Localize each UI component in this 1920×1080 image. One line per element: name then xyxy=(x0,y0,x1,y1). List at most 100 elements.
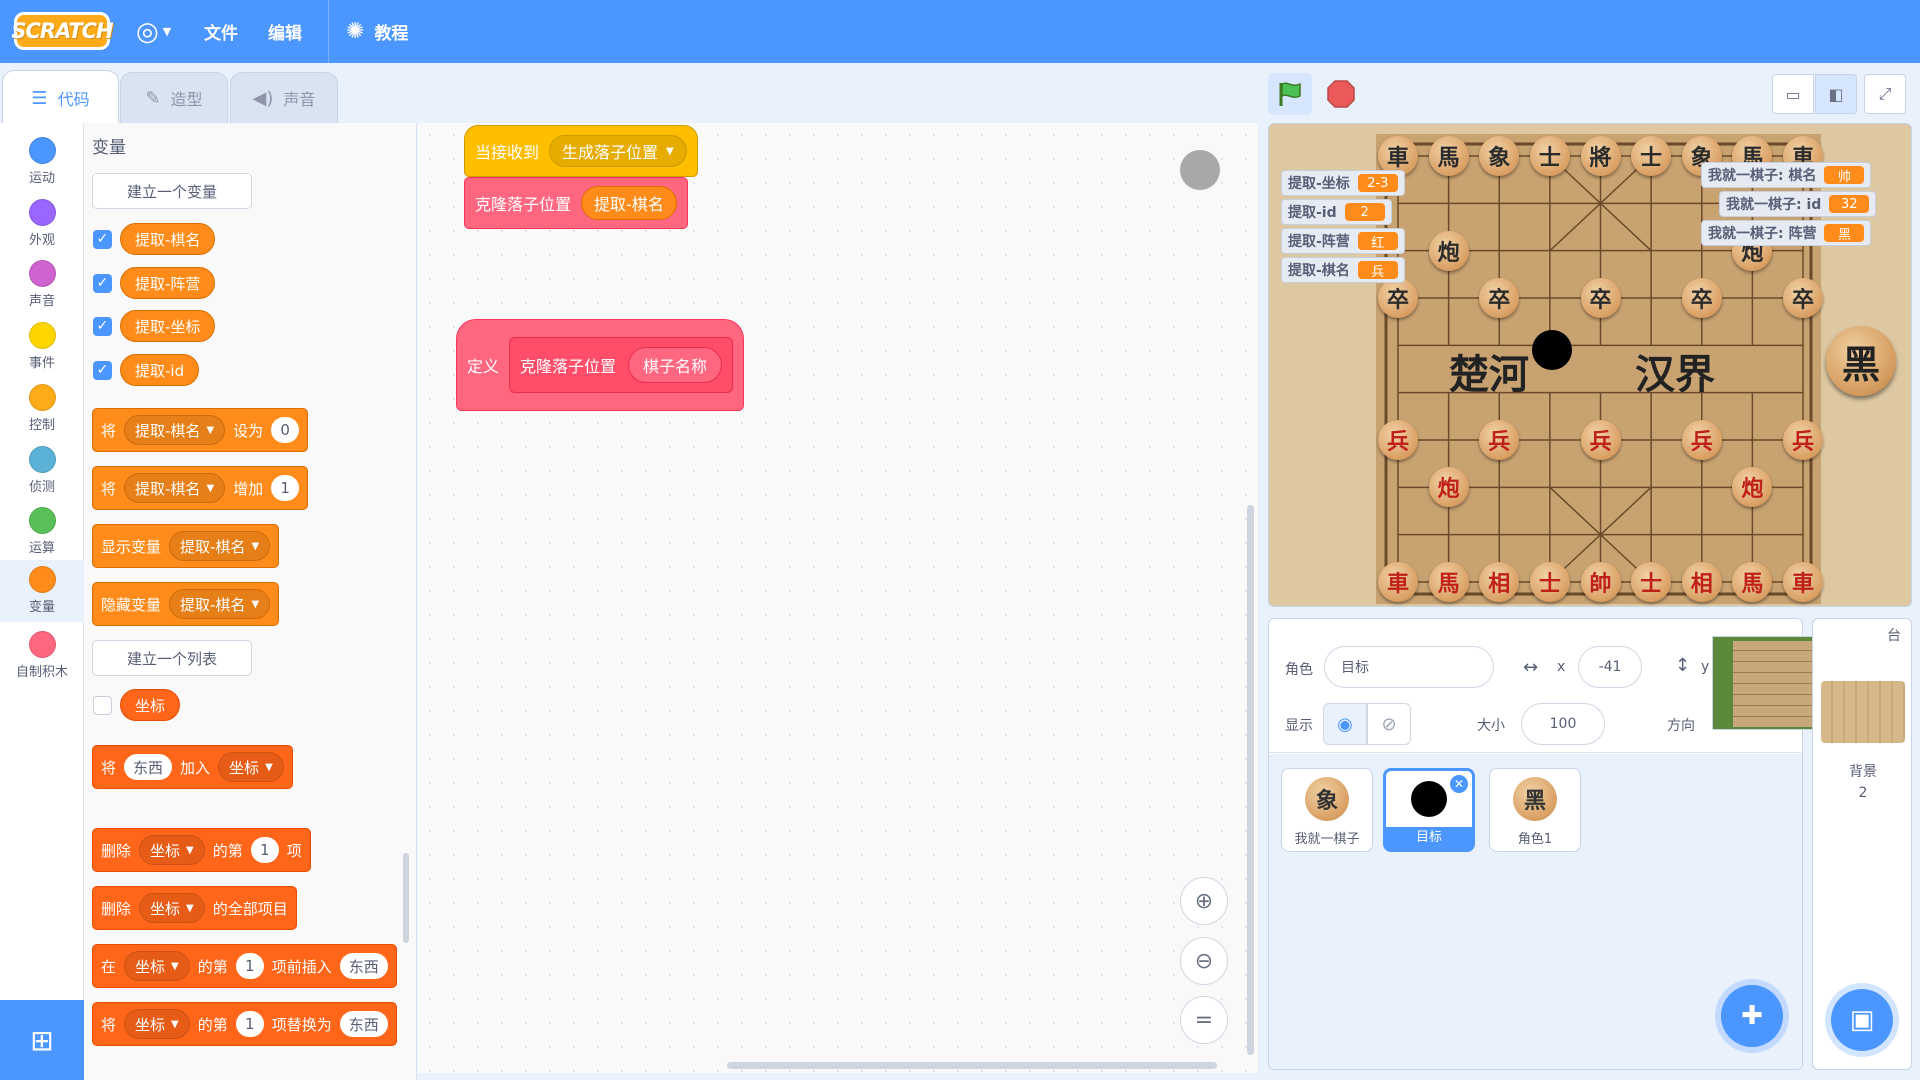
red-piece[interactable]: 炮 xyxy=(1428,467,1469,508)
fullscreen-button[interactable]: ⤢ xyxy=(1864,74,1906,114)
red-piece[interactable]: 帥 xyxy=(1580,562,1621,602)
red-piece[interactable]: 馬 xyxy=(1428,562,1469,602)
horizontal-scrollbar[interactable] xyxy=(727,1062,1217,1069)
black-piece[interactable]: 卒 xyxy=(1580,278,1621,318)
language-menu[interactable]: ◎ ▼ xyxy=(136,0,171,63)
show-sprite-toggle[interactable]: ◉ xyxy=(1323,703,1367,745)
variable-reporter[interactable]: 提取-id xyxy=(120,354,200,386)
variable-monitor[interactable]: 我就一棋子: 阵营黑 xyxy=(1701,220,1872,246)
x-input[interactable]: -41 xyxy=(1578,646,1642,688)
add-extension-button[interactable]: ⊞ xyxy=(0,1000,84,1080)
variable-dropdown[interactable]: 提取-棋名 ▼ xyxy=(124,415,226,445)
show-variable-block[interactable]: 显示变量 提取-棋名 ▼ xyxy=(92,524,280,568)
black-piece[interactable]: 卒 xyxy=(1681,278,1722,318)
set-variable-block[interactable]: 将 提取-棋名 ▼ 设为 0 xyxy=(92,408,309,452)
red-piece[interactable]: 兵 xyxy=(1681,420,1722,460)
red-piece[interactable]: 兵 xyxy=(1479,420,1520,460)
red-piece[interactable]: 車 xyxy=(1783,562,1823,602)
variable-monitor[interactable]: 提取-id 2 xyxy=(1281,199,1392,225)
make-list-button[interactable]: 建立一个列表 xyxy=(92,640,252,676)
message-dropdown[interactable]: 生成落子位置 ▼ xyxy=(549,135,687,167)
black-piece[interactable]: 將 xyxy=(1580,136,1621,176)
black-piece[interactable]: 卒 xyxy=(1378,278,1418,318)
variable-monitor[interactable]: 提取-棋名兵 xyxy=(1281,257,1405,283)
category-operators[interactable]: 运算 xyxy=(0,501,84,563)
value-input[interactable]: 0 xyxy=(271,417,300,443)
category-events[interactable]: 事件 xyxy=(0,316,84,378)
list-dropdown[interactable]: 坐标 ▼ xyxy=(139,835,205,865)
variable-monitor[interactable]: 我就一棋子: 棋名帅 xyxy=(1701,162,1872,188)
palette-scrollbar[interactable] xyxy=(403,853,409,943)
zoom-out-button[interactable]: ⊖ xyxy=(1180,937,1228,985)
edit-menu[interactable]: 编辑 xyxy=(268,0,302,63)
red-piece[interactable]: 相 xyxy=(1479,562,1520,602)
tutorials-menu[interactable]: ✺ 教程 xyxy=(346,0,408,63)
variable-checkbox[interactable]: ✓ xyxy=(93,230,112,249)
choose-backdrop-button[interactable]: ▣ xyxy=(1831,989,1893,1051)
red-piece[interactable]: 士 xyxy=(1529,562,1570,602)
red-piece[interactable]: 兵 xyxy=(1378,420,1418,460)
list-dropdown[interactable]: 坐标 ▼ xyxy=(218,752,284,782)
choose-sprite-button[interactable]: ✚ xyxy=(1721,985,1783,1047)
list-dropdown[interactable]: 坐标 ▼ xyxy=(139,893,205,923)
variable-checkbox[interactable]: ✓ xyxy=(93,317,112,336)
black-piece[interactable]: 象 xyxy=(1479,136,1520,176)
red-piece[interactable]: 車 xyxy=(1378,562,1418,602)
custom-call-block[interactable]: 克隆落子位置 提取-棋名 xyxy=(464,177,688,229)
replace-item-block[interactable]: 将 坐标 ▼ 的第 1 项替换为 东西 xyxy=(92,1002,397,1046)
size-input[interactable]: 100 xyxy=(1521,703,1605,745)
make-variable-button[interactable]: 建立一个变量 xyxy=(92,173,252,209)
variable-checkbox[interactable]: ✓ xyxy=(93,361,112,380)
variable-reporter[interactable]: 提取-阵营 xyxy=(120,267,216,299)
black-piece[interactable]: 炮 xyxy=(1428,230,1469,271)
parameter-reporter[interactable]: 棋子名称 xyxy=(628,347,723,383)
black-side-piece[interactable]: 黑 xyxy=(1826,326,1896,396)
black-piece[interactable]: 士 xyxy=(1529,136,1570,176)
sprite-name-input[interactable]: 目标 xyxy=(1324,646,1494,688)
index-input[interactable]: 1 xyxy=(250,837,279,863)
variable-dropdown[interactable]: 提取-棋名 ▼ xyxy=(169,589,271,619)
hide-variable-block[interactable]: 隐藏变量 提取-棋名 ▼ xyxy=(92,582,280,626)
black-piece[interactable]: 卒 xyxy=(1783,278,1823,318)
sprite-thumbnail-selected[interactable]: ✕ 目标 xyxy=(1383,768,1475,852)
script-area[interactable]: 当接收到 生成落子位置 ▼ 克隆落子位置 提取-棋名 定义 克隆落子位置 棋子名称 xyxy=(418,123,1258,1073)
vertical-scrollbar[interactable] xyxy=(1247,505,1254,1055)
delete-item-block[interactable]: 删除 坐标 ▼ 的第 1 项 xyxy=(92,828,311,872)
list-checkbox[interactable] xyxy=(93,696,112,715)
when-receive-hat-block[interactable]: 当接收到 生成落子位置 ▼ xyxy=(464,125,698,177)
category-sound[interactable]: 声音 xyxy=(0,254,84,316)
category-variables[interactable]: 变量 xyxy=(0,560,84,622)
value-input[interactable]: 东西 xyxy=(339,1011,388,1037)
tab-costumes[interactable]: ✎ 造型 xyxy=(120,72,228,123)
tab-sounds[interactable]: ◀) 声音 xyxy=(230,72,338,123)
red-piece[interactable]: 士 xyxy=(1631,562,1672,602)
black-piece[interactable]: 卒 xyxy=(1479,278,1520,318)
category-my-blocks[interactable]: 自制积木 xyxy=(0,625,84,687)
index-input[interactable]: 1 xyxy=(235,953,264,979)
stop-button[interactable] xyxy=(1320,73,1362,115)
sprite-thumbnail[interactable]: 黑 角色1 xyxy=(1489,768,1581,852)
tab-code[interactable]: ☰ 代码 xyxy=(2,70,119,125)
red-piece[interactable]: 兵 xyxy=(1580,420,1621,460)
variable-monitor[interactable]: 提取-阵营红 xyxy=(1281,228,1405,254)
stage[interactable]: 車馬象士將士象馬車炮炮卒卒卒卒卒兵兵兵兵兵炮炮車馬相士帥士相馬車 楚河 汉界 黑… xyxy=(1268,123,1912,607)
category-looks[interactable]: 外观 xyxy=(0,193,84,255)
variable-checkbox[interactable]: ✓ xyxy=(93,274,112,293)
small-stage-button[interactable]: ▭ xyxy=(1772,74,1814,114)
variable-reporter[interactable]: 提取-坐标 xyxy=(120,310,216,342)
variable-dropdown[interactable]: 提取-棋名 ▼ xyxy=(169,531,271,561)
zoom-reset-button[interactable]: = xyxy=(1180,996,1228,1044)
stage-target-pane[interactable]: 台 背景 2 ▣ xyxy=(1812,618,1912,1070)
red-piece[interactable]: 兵 xyxy=(1783,420,1823,460)
insert-item-block[interactable]: 在 坐标 ▼ 的第 1 项前插入 东西 xyxy=(92,944,397,988)
define-block[interactable]: 定义 克隆落子位置 棋子名称 xyxy=(456,319,745,411)
sprite-thumbnail[interactable]: 象 我就一棋子 xyxy=(1281,768,1373,852)
red-piece[interactable]: 相 xyxy=(1681,562,1722,602)
change-variable-block[interactable]: 将 提取-棋名 ▼ 增加 1 xyxy=(92,466,309,510)
value-input[interactable]: 东西 xyxy=(124,754,173,780)
variable-monitor[interactable]: 提取-坐标 2-3 xyxy=(1281,170,1405,196)
category-motion[interactable]: 运动 xyxy=(0,131,84,193)
scratch-logo[interactable]: SCRATCH xyxy=(11,12,114,50)
variable-reporter[interactable]: 提取-棋名 xyxy=(120,223,216,255)
variable-dropdown[interactable]: 提取-棋名 ▼ xyxy=(124,473,226,503)
